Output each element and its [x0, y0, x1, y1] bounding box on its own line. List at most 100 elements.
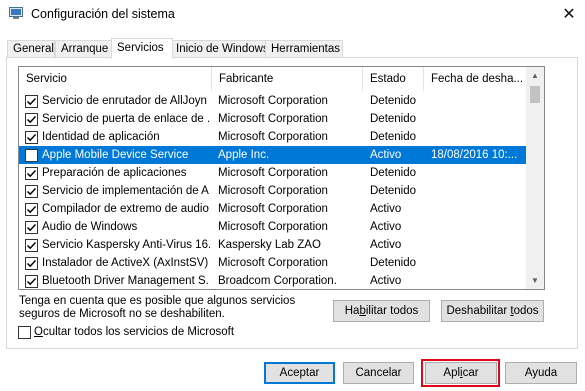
- service-row[interactable]: Servicio de implementación de A... Micros…: [19, 182, 526, 200]
- service-name: Servicio de implementación de A...: [42, 185, 210, 197]
- service-checkbox[interactable]: [25, 149, 38, 162]
- service-vendor: Microsoft Corporation: [218, 131, 328, 143]
- service-row[interactable]: Audio de Windows Microsoft Corporation Act…: [19, 218, 526, 236]
- disable-all-label-b: odos: [513, 305, 539, 317]
- apply-label-a: Apl: [443, 367, 461, 379]
- service-row[interactable]: Preparación de aplicaciones Microsoft Cor…: [19, 164, 526, 182]
- service-disabled-date: [431, 218, 526, 236]
- service-vendor: Microsoft Corporation: [218, 257, 328, 269]
- service-row[interactable]: Compilador de extremo de audio... Microso…: [19, 200, 526, 218]
- service-vendor: Microsoft Corporation: [218, 203, 328, 215]
- close-icon[interactable]: ✕: [556, 3, 582, 27]
- service-checkbox[interactable]: [25, 95, 38, 108]
- service-vendor: Kaspersky Lab ZAO: [218, 239, 321, 251]
- disable-all-label-a: Deshabilitar: [446, 305, 511, 317]
- service-vendor: Apple Inc.: [218, 149, 270, 161]
- disable-all-button[interactable]: Deshabilitar todos: [441, 300, 544, 322]
- service-checkbox[interactable]: [25, 257, 38, 270]
- service-row[interactable]: Apple Mobile Device Service Apple Inc. Act…: [19, 146, 526, 164]
- column-header-fecha[interactable]: Fecha de desha...: [424, 67, 526, 91]
- scroll-up-icon[interactable]: ▲: [526, 67, 544, 84]
- service-disabled-date: [431, 200, 526, 218]
- scroll-thumb[interactable]: [530, 86, 540, 103]
- note-line-2: seguros de Microsoft no se deshabiliten.: [19, 308, 225, 320]
- service-disabled-date: [431, 236, 526, 254]
- service-checkbox[interactable]: [25, 221, 38, 234]
- service-checkbox[interactable]: [25, 131, 38, 144]
- service-disabled-date: [431, 254, 526, 272]
- service-status: Detenido: [370, 167, 417, 179]
- tab-herramientas[interactable]: Herramientas: [265, 40, 343, 58]
- service-vendor: Microsoft Corporation: [218, 185, 328, 197]
- service-checkbox[interactable]: [25, 185, 38, 198]
- cancel-button[interactable]: Cancelar: [343, 362, 414, 384]
- service-disabled-date: [431, 92, 526, 110]
- service-disabled-date: [431, 128, 526, 146]
- service-name: Preparación de aplicaciones: [42, 167, 187, 179]
- scroll-down-icon[interactable]: ▼: [526, 272, 544, 289]
- msconfig-app-icon: [9, 7, 23, 19]
- service-name: Identidad de aplicación: [42, 131, 160, 143]
- service-vendor: Microsoft Corporation: [218, 113, 328, 125]
- accept-button[interactable]: Aceptar: [264, 362, 335, 384]
- service-row[interactable]: Bluetooth Driver Management S... Broadcom…: [19, 272, 526, 289]
- service-vendor: Microsoft Corporation: [218, 95, 328, 107]
- hide-microsoft-services-label[interactable]: Ocultar todos los servicios de Microsoft: [34, 326, 234, 339]
- title-bar: Configuración del sistema ✕: [0, 0, 585, 30]
- vertical-scrollbar[interactable]: ▲ ▼: [526, 67, 544, 289]
- service-checkbox[interactable]: [25, 167, 38, 180]
- services-list[interactable]: Servicio Fabricante Estado Fecha de desh…: [18, 66, 545, 290]
- service-checkbox[interactable]: [25, 239, 38, 252]
- tab-general[interactable]: General: [7, 40, 55, 58]
- service-checkbox[interactable]: [25, 113, 38, 126]
- microsoft-services-note: Tenga en cuenta que es posible que algun…: [19, 295, 319, 321]
- service-name: Servicio de puerta de enlace de ...: [42, 113, 210, 125]
- tab-servicios[interactable]: Servicios: [111, 38, 173, 59]
- service-vendor: Microsoft Corporation: [218, 221, 328, 233]
- service-status: Detenido: [370, 95, 417, 107]
- window-title: Configuración del sistema: [31, 7, 175, 21]
- service-name: Bluetooth Driver Management S...: [42, 275, 210, 287]
- service-disabled-date: [431, 110, 526, 128]
- enable-all-label-b: ilitar todos: [365, 305, 419, 317]
- service-status: Activo: [370, 275, 402, 287]
- service-row[interactable]: Servicio Kaspersky Anti-Virus 16... Kaspe…: [19, 236, 526, 254]
- service-status: Activo: [370, 203, 402, 215]
- service-status: Activo: [370, 221, 402, 233]
- apply-label-b: car: [462, 367, 479, 379]
- service-name: Apple Mobile Device Service: [42, 149, 189, 161]
- service-disabled-date: [431, 272, 526, 289]
- service-status: Detenido: [370, 113, 417, 125]
- column-header-servicio[interactable]: Servicio: [19, 67, 212, 91]
- list-header: Servicio Fabricante Estado Fecha de desh…: [19, 67, 526, 91]
- hide-ms-access-key: O: [34, 326, 43, 338]
- tab-arranque[interactable]: Arranque: [55, 40, 114, 58]
- enable-all-label-a: Ha: [344, 305, 360, 317]
- service-name: Servicio Kaspersky Anti-Virus 16...: [42, 239, 210, 251]
- hide-ms-label-rest: cultar todos los servicios de Microsoft: [42, 326, 235, 338]
- column-header-estado[interactable]: Estado: [363, 67, 424, 91]
- column-header-fabricante[interactable]: Fabricante: [212, 67, 363, 91]
- service-name: Audio de Windows: [42, 221, 138, 233]
- service-status: Activo: [370, 149, 402, 161]
- service-status: Detenido: [370, 257, 417, 269]
- service-row[interactable]: Servicio de enrutador de AllJoyn Microsof…: [19, 92, 526, 110]
- service-checkbox[interactable]: [25, 275, 38, 288]
- service-name: Compilador de extremo de audio...: [42, 203, 210, 215]
- help-button[interactable]: Ayuda: [505, 362, 577, 384]
- service-checkbox[interactable]: [25, 203, 38, 216]
- service-vendor: Broadcom Corporation.: [218, 275, 337, 287]
- service-status: Activo: [370, 239, 402, 251]
- service-disabled-date: [431, 182, 526, 200]
- hide-microsoft-services-box[interactable]: [18, 326, 31, 339]
- service-status: Detenido: [370, 131, 417, 143]
- service-disabled-date: [431, 164, 526, 182]
- service-row[interactable]: Instalador de ActiveX (AxInstSV) Microsof…: [19, 254, 526, 272]
- service-row[interactable]: Identidad de aplicación Microsoft Corpora…: [19, 128, 526, 146]
- enable-all-button[interactable]: Habilitar todos: [333, 300, 430, 322]
- service-vendor: Microsoft Corporation: [218, 167, 328, 179]
- service-row[interactable]: Servicio de puerta de enlace de ... Micro…: [19, 110, 526, 128]
- apply-button[interactable]: Aplicar: [425, 362, 497, 384]
- tab-inicio-de-windows[interactable]: Inicio de Windows: [170, 40, 269, 58]
- services-rows: Servicio de enrutador de AllJoyn Microsof…: [19, 92, 526, 289]
